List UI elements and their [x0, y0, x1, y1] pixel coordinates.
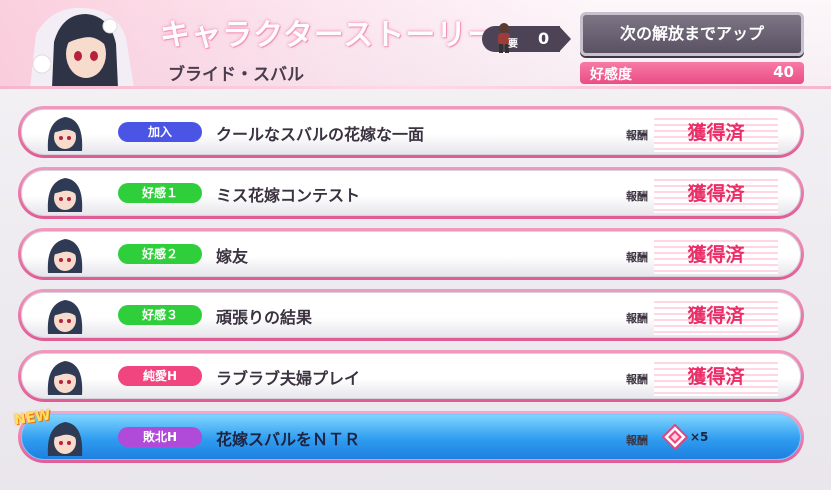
acquired-stamp: 獲得済 [654, 358, 778, 396]
chibi-icon [47, 239, 83, 273]
story-tag: 好感１ [118, 183, 202, 203]
affinity-label: 好感度 [590, 67, 632, 83]
reward-label: 報酬 [626, 312, 648, 325]
story-tag: 好感２ [118, 244, 202, 264]
story-tag: 加入 [118, 122, 202, 142]
chibi-icon [47, 178, 83, 212]
acquired-stamp: 獲得済 [654, 114, 778, 152]
affinity-value: 40 [773, 63, 794, 81]
chibi-icon [47, 300, 83, 334]
chibi-icon [47, 361, 83, 395]
affinity-bar: 好感度 40 [580, 62, 804, 84]
requirement-label: 要 [508, 39, 518, 50]
page-title: キャラクターストーリー [160, 18, 499, 53]
portrait-icon [30, 7, 134, 88]
gem-icon [662, 424, 688, 450]
story-tag: 好感３ [118, 305, 202, 325]
acquired-stamp: 獲得済 [654, 297, 778, 335]
story-tag: 純愛H [118, 366, 202, 386]
character-name: ブライド・スバル [168, 65, 304, 85]
story-row-selected[interactable]: 敗北H 花嫁スバルをＮＴＲ 報酬 ×5 [18, 411, 804, 463]
story-header: キャラクターストーリー ブライド・スバル 要 0 次の解放までアップ 好感度 4… [0, 0, 831, 89]
requirement-value: 0 [538, 29, 550, 48]
reward-label: 報酬 [626, 373, 648, 386]
story-row[interactable]: 加入 クールなスバルの花嫁な一面 報酬 獲得済 [18, 106, 804, 158]
story-row[interactable]: 好感２ 嫁友 報酬 獲得済 [18, 228, 804, 280]
reward-label: 報酬 [626, 129, 648, 142]
story-row[interactable]: 好感１ ミス花嫁コンテスト 報酬 獲得済 [18, 167, 804, 219]
story-title: 頑張りの結果 [216, 308, 313, 327]
story-title: ラブラブ夫婦プレイ [216, 369, 361, 388]
reward-label: 報酬 [626, 434, 648, 447]
requirement-counter: 要 0 [482, 22, 574, 56]
acquired-stamp: 獲得済 [654, 236, 778, 274]
story-title: 花嫁スバルをＮＴＲ [216, 430, 361, 449]
story-title: 嫁友 [216, 247, 249, 266]
acquired-stamp: 獲得済 [654, 175, 778, 213]
story-title: クールなスバルの花嫁な一面 [216, 125, 425, 144]
story-title: ミス花嫁コンテスト [216, 186, 361, 205]
reward-label: 報酬 [626, 251, 648, 264]
reward-label: 報酬 [626, 190, 648, 203]
header-divider [0, 86, 831, 89]
unlock-up-button[interactable]: 次の解放までアップ [580, 12, 804, 56]
reward-count: ×5 [690, 430, 709, 444]
story-row[interactable]: 好感３ 頑張りの結果 報酬 獲得済 [18, 289, 804, 341]
story-tag: 敗北H [118, 427, 202, 447]
chibi-icon [47, 117, 83, 151]
story-row[interactable]: 純愛H ラブラブ夫婦プレイ 報酬 獲得済 [18, 350, 804, 402]
